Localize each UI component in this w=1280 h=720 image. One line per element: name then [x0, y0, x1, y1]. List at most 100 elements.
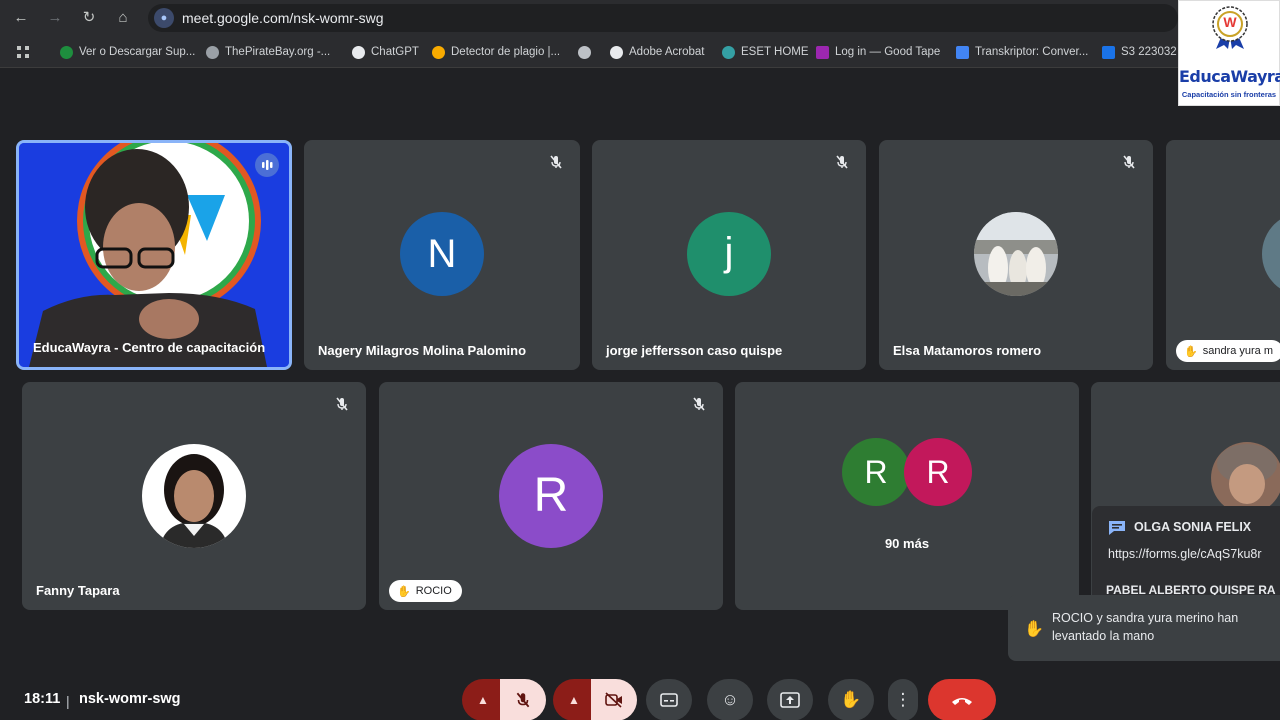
avatar: R — [904, 438, 972, 506]
clock: 18:11 — [24, 691, 61, 707]
transkriptor-icon — [956, 45, 969, 59]
bookmark-label: Ver o Descargar Sup... — [79, 46, 196, 58]
present-screen-icon — [780, 692, 800, 708]
avatar: R — [499, 444, 603, 548]
chip-label: ROCIO — [415, 585, 452, 597]
mic-off-icon — [516, 692, 530, 708]
back-icon[interactable]: ← — [10, 7, 32, 29]
present-button[interactable] — [767, 679, 813, 720]
participant-name: jorge jeffersson caso quispe — [606, 343, 783, 358]
url-text: meet.google.com/nsk-womr-swg — [182, 10, 384, 26]
camera-off-icon — [605, 692, 622, 708]
divider: | — [66, 693, 70, 709]
avatar: N — [400, 212, 484, 296]
mic-toggle-button[interactable] — [500, 679, 546, 720]
bookmark-label: Transkriptor: Conver... — [975, 46, 1089, 58]
audio-options-button[interactable]: ▲ — [462, 679, 504, 720]
participant-tile-active-speaker[interactable]: EducaWayra - Centro de capacitación — [16, 140, 292, 370]
chip-label: sandra yura m — [1202, 345, 1274, 357]
camera-toggle-button[interactable] — [591, 679, 637, 720]
bookmark-item[interactable]: Adobe Acrobat — [610, 44, 704, 60]
bookmark-item[interactable]: ESET HOME — [722, 44, 809, 60]
captions-icon — [660, 693, 678, 707]
eset-icon — [722, 45, 735, 59]
logo-tagline: Capacitación sin fronteras — [1181, 90, 1277, 99]
chevron-up-icon: ▲ — [568, 693, 580, 707]
bookmark-item[interactable]: S3 223032 - — [1102, 44, 1184, 60]
bookmark-label: Log in — Good Tape — [835, 46, 941, 58]
reactions-button[interactable]: ☺ — [707, 679, 753, 720]
bookmark-item[interactable]: Transkriptor: Conver... — [956, 44, 1088, 60]
apps-icon[interactable] — [16, 44, 30, 60]
avatar-photo — [142, 444, 246, 548]
video-options-button[interactable]: ▲ — [553, 679, 595, 720]
globe-icon — [206, 45, 219, 59]
bookmark-label: Adobe Acrobat — [629, 46, 705, 58]
raised-hand-chip: ✋ ROCIO — [389, 580, 462, 602]
bookmark-favicon-icon — [60, 45, 73, 59]
site-info-icon[interactable]: ● — [154, 8, 174, 28]
participant-tile[interactable]: Elsa Matamoros romero — [879, 140, 1153, 370]
avatar: R — [842, 438, 910, 506]
more-participants-tile[interactable]: R R 90 más — [735, 382, 1079, 610]
chat-sender: OLGA SONIA FELIX — [1134, 520, 1252, 534]
bookmark-item[interactable] — [578, 44, 597, 60]
s3-icon — [1102, 45, 1115, 59]
hand-icon: ✋ — [397, 585, 411, 598]
participant-tile[interactable]: j jorge jeffersson caso quispe — [592, 140, 866, 370]
raise-hand-button[interactable]: ✋ — [828, 679, 874, 720]
bookmark-label: ChatGPT — [371, 46, 419, 58]
browser-toolbar: ← → ↻ ⌂ ● meet.google.com/nsk-womr-swg — [0, 0, 1280, 36]
address-bar[interactable]: ● meet.google.com/nsk-womr-swg — [148, 4, 1178, 32]
mic-off-icon — [836, 155, 848, 169]
participant-name: Nagery Milagros Molina Palomino — [318, 343, 527, 358]
bookmark-item[interactable]: Log in — Good Tape — [816, 44, 940, 60]
bookmark-label: ESET HOME — [741, 46, 809, 58]
participant-tile[interactable]: Fanny Tapara — [22, 382, 366, 610]
avatar-photo — [1262, 212, 1280, 296]
reload-icon[interactable]: ↻ — [78, 7, 100, 29]
home-icon[interactable]: ⌂ — [112, 7, 134, 29]
participant-name: Fanny Tapara — [36, 583, 120, 598]
mic-off-icon — [1123, 155, 1135, 169]
hand-icon: ✋ — [1024, 621, 1044, 638]
hand-icon: ✋ — [1184, 345, 1198, 358]
raised-hand-chip: ✋ sandra yura m — [1176, 340, 1280, 362]
more-vertical-icon: ⋮ — [894, 690, 912, 709]
bookmark-item[interactable]: ThePirateBay.org -... — [206, 44, 330, 60]
meeting-code: nsk-womr-swg — [79, 691, 181, 707]
participant-tile[interactable]: N Nagery Milagros Molina Palomino — [304, 140, 580, 370]
bookmark-item[interactable]: ChatGPT — [352, 44, 419, 60]
forward-icon[interactable]: → — [44, 7, 66, 29]
chat-icon — [1109, 521, 1125, 535]
participant-name: EducaWayra - Centro de capacitación — [33, 340, 266, 355]
avatar-photo — [974, 212, 1058, 296]
bookmark-label: S3 223032 - — [1121, 46, 1184, 58]
mic-off-icon — [336, 397, 348, 411]
globe-icon — [578, 45, 591, 59]
chat-notification[interactable]: OLGA SONIA FELIX https://forms.gle/cAqS7… — [1092, 506, 1280, 602]
emoji-icon: ☺ — [721, 690, 739, 709]
bookmark-item[interactable]: Ver o Descargar Sup... — [60, 44, 195, 60]
more-options-button[interactable]: ⋮ — [888, 679, 918, 720]
hang-up-icon — [952, 698, 972, 705]
avatar: j — [687, 212, 771, 296]
speaking-indicator-icon — [255, 153, 279, 177]
participant-tile[interactable]: R ✋ ROCIO — [379, 382, 723, 610]
educawayra-logo: W EducaWayra Capacitación sin fronteras — [1178, 0, 1280, 106]
raised-hand-toast[interactable]: ✋ ROCIO y sandra yura merino han levanta… — [1008, 595, 1280, 661]
captions-button[interactable] — [646, 679, 692, 720]
chevron-up-icon: ▲ — [477, 693, 489, 707]
chat-message[interactable]: https://forms.gle/cAqS7ku8r — [1108, 547, 1262, 561]
participant-name: Elsa Matamoros romero — [893, 343, 1042, 358]
hand-icon: ✋ — [840, 690, 862, 709]
bookmark-label: ThePirateBay.org -... — [225, 46, 331, 58]
speaker-video — [19, 143, 289, 367]
bookmark-label: Detector de plagio |... — [451, 46, 561, 58]
participant-tile[interactable]: ✋ sandra yura m — [1166, 140, 1280, 370]
bookmark-item[interactable]: Detector de plagio |... — [432, 44, 560, 60]
toast-text: ROCIO y sandra yura merino han levantado… — [1052, 611, 1239, 643]
leave-call-button[interactable] — [928, 679, 996, 720]
mic-off-icon — [693, 397, 705, 411]
bookmarks-bar: Ver o Descargar Sup... ThePirateBay.org … — [0, 36, 1280, 68]
